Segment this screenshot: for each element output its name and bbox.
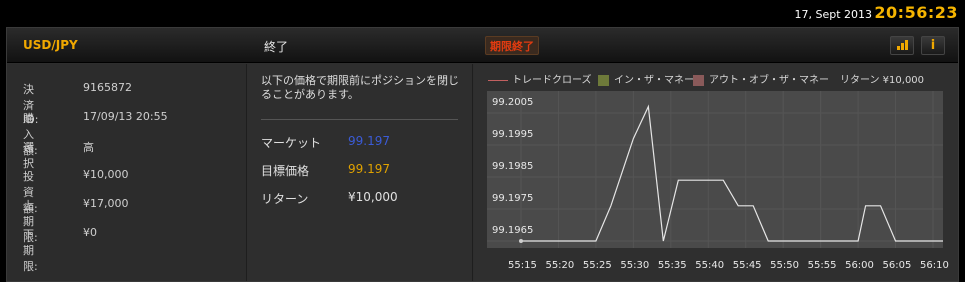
trade-panel: USD/JPY 終了 期限終了 i 決済ID: 9165872 購入額: 17/… [6, 27, 959, 282]
trade-details: 決済ID: 9165872 購入額: 17/09/13 20:55 選択 高 投… [7, 64, 247, 281]
info-icon: i [930, 38, 936, 53]
y-tick-label: 99.1995 [492, 129, 534, 140]
x-tick-label: 55:45 [732, 260, 762, 271]
legend-label: アウト・オブ・ザ・マネー [709, 75, 829, 86]
x-tick-label: 55:40 [695, 260, 725, 271]
market-label: マーケット [261, 136, 322, 150]
detail-label: 下期限: [23, 228, 38, 273]
market-row: マーケット 99.197 [261, 134, 390, 151]
bar-chart-icon [901, 43, 904, 50]
return-row: リターン ¥10,000 [261, 190, 398, 207]
legend-out-of-the-money: アウト・オブ・ザ・マネー [693, 71, 829, 86]
divider [261, 119, 458, 120]
x-tick-label: 56:05 [882, 260, 912, 271]
detail-value: ¥17,000 [83, 197, 129, 210]
line-swatch [488, 79, 508, 81]
out-money-swatch [693, 74, 704, 86]
chart-toggle-button[interactable] [890, 36, 914, 55]
detail-value: ¥0 [83, 226, 97, 239]
in-money-swatch [598, 74, 609, 86]
x-tick-label: 55:15 [508, 260, 537, 271]
x-tick-label: 56:10 [920, 260, 949, 271]
market-value: 99.197 [348, 134, 390, 148]
currency-pair: USD/JPY [23, 38, 78, 52]
close-info: 以下の価格で期限前にポジションを閉じることがあります。 マーケット 99.197… [248, 64, 473, 281]
detail-value: ¥10,000 [83, 168, 129, 181]
target-price-row: 目標価格 99.197 [261, 162, 390, 179]
detail-value: 17/09/13 20:55 [83, 110, 168, 123]
return-label: リターン [261, 192, 309, 206]
bar-chart-icon [897, 46, 900, 50]
legend-in-the-money: イン・ザ・マネー [598, 71, 694, 86]
bar-chart-icon [905, 40, 908, 50]
trade-header: USD/JPY 終了 期限終了 i [7, 28, 958, 63]
current-time: 20:56:23 [874, 3, 958, 22]
target-price-label: 目標価格 [261, 164, 310, 178]
current-date: 17, Sept 2013 [794, 8, 872, 21]
legend-label: トレードクローズ [512, 75, 592, 86]
plot-area: 99.2005 99.1995 99.1985 99.1975 99.1965 [487, 91, 943, 248]
start-point [519, 239, 523, 243]
x-tick-label: 55:30 [620, 260, 650, 271]
x-tick-label: 55:50 [770, 260, 799, 271]
x-tick-label: 55:55 [807, 260, 837, 271]
detail-label: 選択 [23, 141, 34, 170]
y-tick-label: 99.2005 [492, 97, 534, 108]
legend-return: リターン ¥10,000 [840, 75, 925, 86]
x-tick-label: 55:25 [582, 260, 612, 271]
y-tick-label: 99.1975 [492, 193, 534, 204]
detail-value: 9165872 [83, 81, 132, 94]
legend-label: イン・ザ・マネー [614, 75, 694, 86]
y-tick-label: 99.1985 [492, 161, 534, 172]
legend-trade-close: トレードクローズ [488, 71, 592, 86]
top-bar: 17, Sept 2013 20:56:23 [0, 0, 965, 26]
x-tick-label: 56:00 [845, 260, 874, 271]
expired-badge: 期限終了 [485, 36, 539, 55]
price-chart-panel: トレードクローズ イン・ザ・マネー アウト・オブ・ザ・マネー リターン ¥10,… [474, 64, 958, 281]
return-value: ¥10,000 [348, 190, 398, 204]
info-button[interactable]: i [921, 36, 945, 55]
y-tick-label: 99.1965 [492, 225, 534, 236]
x-tick-label: 55:20 [545, 260, 575, 271]
price-series-line [521, 104, 943, 242]
detail-value: 高 [83, 141, 94, 154]
close-note: 以下の価格で期限前にポジションを閉じることがあります。 [261, 74, 459, 101]
price-line-chart [487, 91, 943, 248]
target-price-value: 99.197 [348, 162, 390, 176]
trade-status: 終了 [264, 40, 289, 54]
x-tick-label: 55:35 [657, 260, 687, 271]
